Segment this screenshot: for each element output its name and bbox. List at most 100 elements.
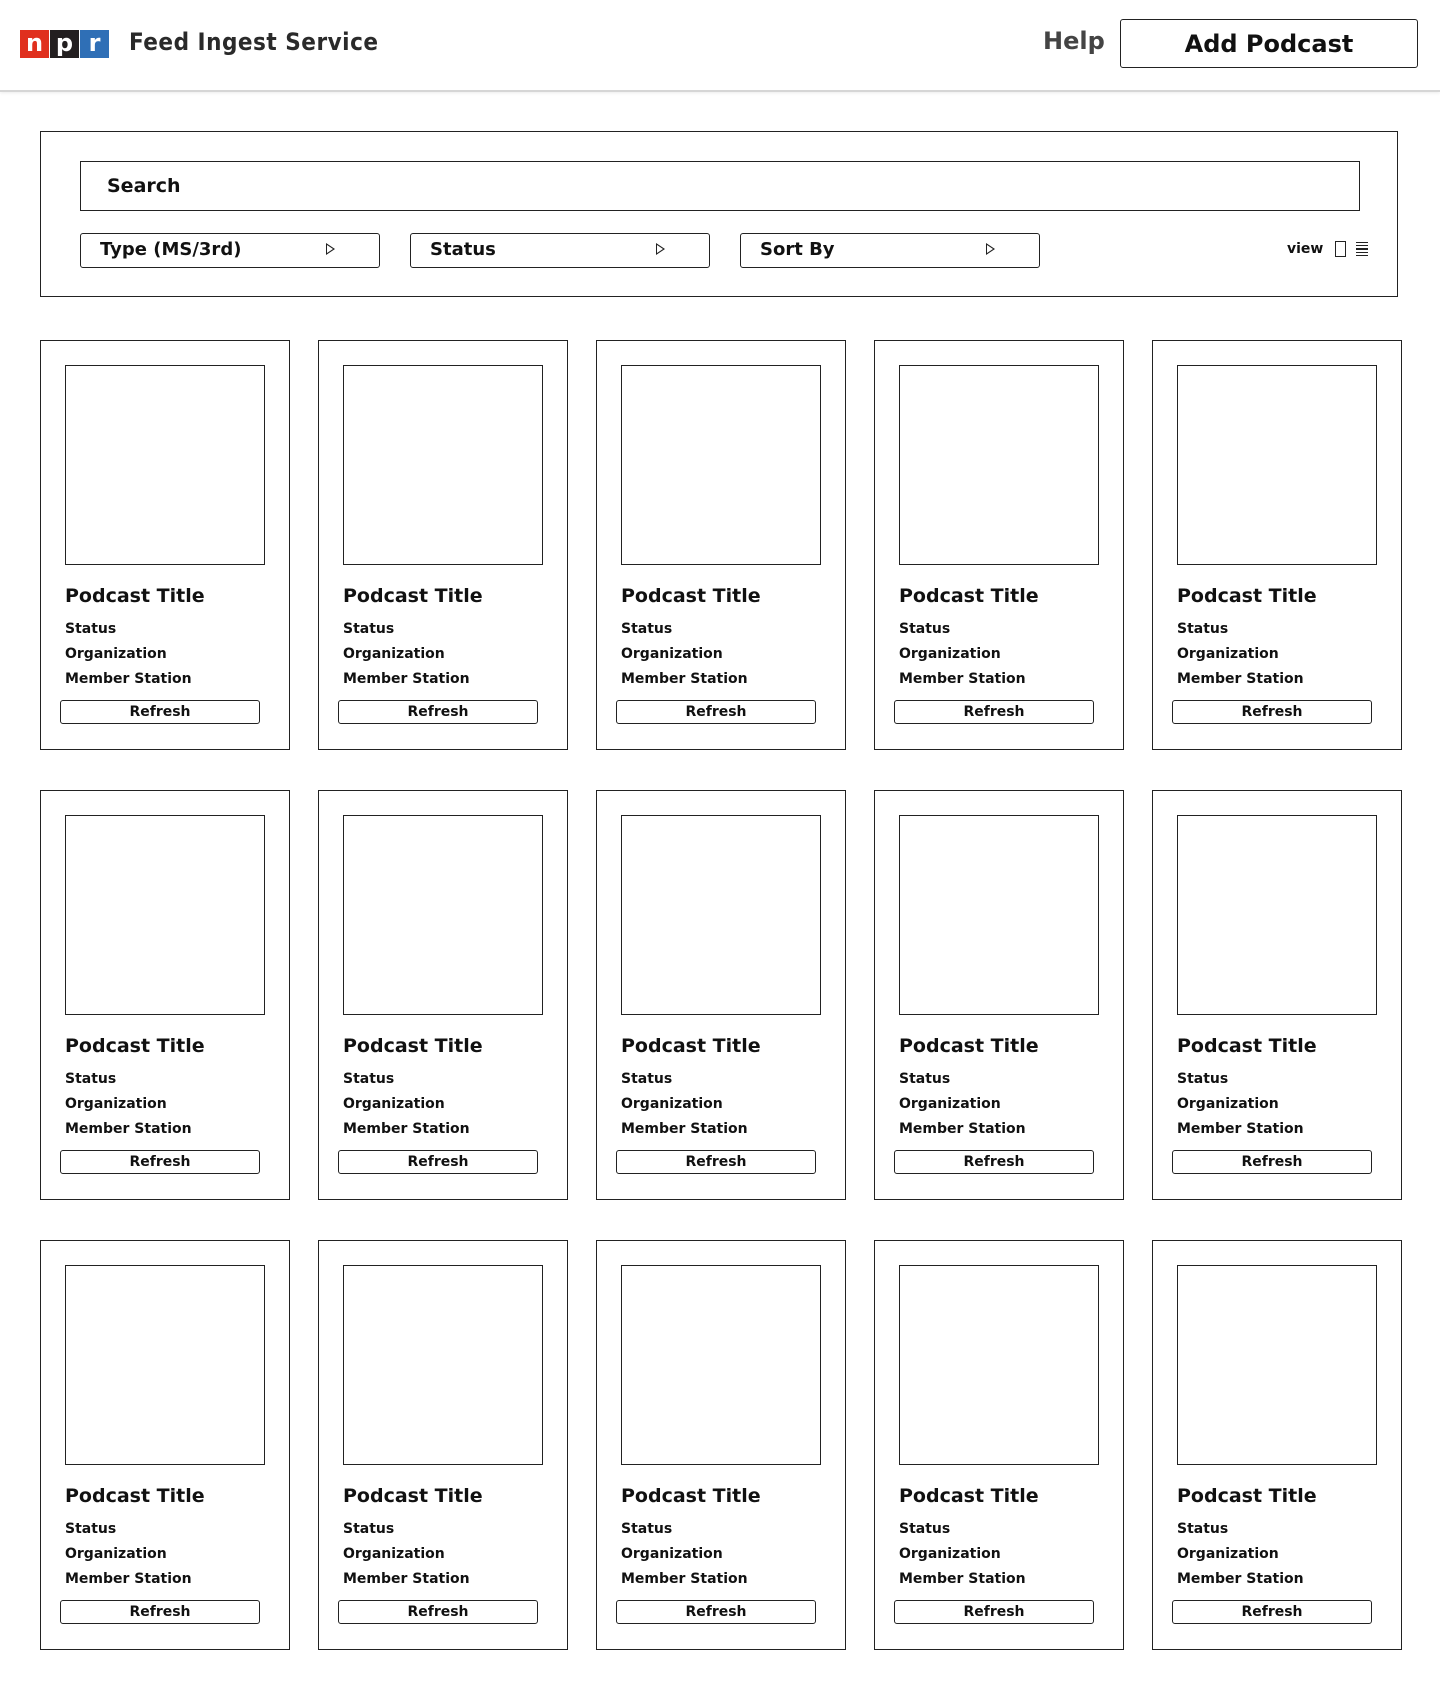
refresh-button[interactable]: Refresh	[60, 1600, 260, 1624]
add-podcast-button[interactable]: Add Podcast	[1120, 19, 1418, 68]
refresh-button[interactable]: Refresh	[60, 700, 260, 724]
podcast-card[interactable]: Podcast Title Status Organization Member…	[40, 1240, 290, 1650]
podcast-artwork[interactable]	[1177, 815, 1377, 1015]
refresh-button[interactable]: Refresh	[1172, 700, 1372, 724]
refresh-button[interactable]: Refresh	[616, 1150, 816, 1174]
refresh-button[interactable]: Refresh	[894, 700, 1094, 724]
status-select[interactable]: Status	[410, 233, 710, 268]
podcast-member-station: Member Station	[1177, 671, 1304, 687]
podcast-card[interactable]: Podcast Title Status Organization Member…	[40, 790, 290, 1200]
podcast-artwork[interactable]	[65, 815, 265, 1015]
podcast-status: Status	[899, 1521, 951, 1537]
podcast-artwork[interactable]	[899, 815, 1099, 1015]
podcast-title: Podcast Title	[899, 585, 1039, 607]
npr-logo[interactable]: n p r	[20, 30, 110, 58]
podcast-organization: Organization	[65, 646, 167, 662]
podcast-title: Podcast Title	[65, 1485, 205, 1507]
podcast-artwork[interactable]	[621, 1265, 821, 1465]
podcast-organization: Organization	[65, 1546, 167, 1562]
podcast-status: Status	[899, 1071, 951, 1087]
refresh-button[interactable]: Refresh	[1172, 1150, 1372, 1174]
logo-letter-r: r	[80, 30, 109, 58]
podcast-card[interactable]: Podcast Title Status Organization Member…	[318, 340, 568, 750]
podcast-artwork[interactable]	[899, 365, 1099, 565]
caret-right-icon	[986, 243, 995, 255]
podcast-title: Podcast Title	[1177, 1035, 1317, 1057]
podcast-status: Status	[65, 1521, 117, 1537]
podcast-title: Podcast Title	[343, 1485, 483, 1507]
sort-select[interactable]: Sort By	[740, 233, 1040, 268]
refresh-button[interactable]: Refresh	[338, 700, 538, 724]
podcast-member-station: Member Station	[899, 1121, 1026, 1137]
podcast-artwork[interactable]	[1177, 1265, 1377, 1465]
type-select[interactable]: Type (MS/3rd)	[80, 233, 380, 268]
podcast-title: Podcast Title	[1177, 1485, 1317, 1507]
podcast-artwork[interactable]	[899, 1265, 1099, 1465]
refresh-button[interactable]: Refresh	[338, 1150, 538, 1174]
podcast-organization: Organization	[1177, 1096, 1279, 1112]
filter-panel: Type (MS/3rd) Status Sort By view	[40, 131, 1398, 297]
podcast-organization: Organization	[1177, 1546, 1279, 1562]
podcast-artwork[interactable]	[343, 365, 543, 565]
app-header: n p r Feed Ingest Service Help Add Podca…	[0, 0, 1440, 92]
type-select-label: Type (MS/3rd)	[100, 239, 242, 260]
podcast-member-station: Member Station	[621, 1571, 748, 1587]
search-input[interactable]	[80, 161, 1360, 211]
podcast-artwork[interactable]	[65, 1265, 265, 1465]
logo-letter-n: n	[20, 30, 49, 58]
podcast-status: Status	[65, 621, 117, 637]
podcast-artwork[interactable]	[621, 365, 821, 565]
podcast-card[interactable]: Podcast Title Status Organization Member…	[596, 340, 846, 750]
podcast-organization: Organization	[621, 1096, 723, 1112]
podcast-artwork[interactable]	[343, 1265, 543, 1465]
help-link[interactable]: Help	[1043, 27, 1105, 55]
refresh-button[interactable]: Refresh	[1172, 1600, 1372, 1624]
podcast-card[interactable]: Podcast Title Status Organization Member…	[596, 790, 846, 1200]
refresh-button[interactable]: Refresh	[894, 1150, 1094, 1174]
podcast-card[interactable]: Podcast Title Status Organization Member…	[1152, 1240, 1402, 1650]
podcast-organization: Organization	[621, 646, 723, 662]
podcast-organization: Organization	[899, 646, 1001, 662]
podcast-title: Podcast Title	[343, 585, 483, 607]
refresh-button[interactable]: Refresh	[338, 1600, 538, 1624]
grid-view-icon[interactable]	[1335, 241, 1347, 257]
podcast-status: Status	[343, 1071, 395, 1087]
refresh-button[interactable]: Refresh	[616, 700, 816, 724]
logo-letter-p: p	[50, 30, 79, 58]
podcast-card[interactable]: Podcast Title Status Organization Member…	[874, 1240, 1124, 1650]
podcast-title: Podcast Title	[899, 1035, 1039, 1057]
status-select-label: Status	[430, 239, 496, 260]
podcast-member-station: Member Station	[899, 1571, 1026, 1587]
podcast-organization: Organization	[899, 1096, 1001, 1112]
podcast-card[interactable]: Podcast Title Status Organization Member…	[318, 790, 568, 1200]
podcast-card[interactable]: Podcast Title Status Organization Member…	[596, 1240, 846, 1650]
refresh-button[interactable]: Refresh	[60, 1150, 260, 1174]
podcast-artwork[interactable]	[1177, 365, 1377, 565]
refresh-button[interactable]: Refresh	[894, 1600, 1094, 1624]
podcast-title: Podcast Title	[621, 1485, 761, 1507]
podcast-organization: Organization	[343, 1096, 445, 1112]
podcast-organization: Organization	[1177, 646, 1279, 662]
podcast-card[interactable]: Podcast Title Status Organization Member…	[318, 1240, 568, 1650]
podcast-artwork[interactable]	[621, 815, 821, 1015]
podcast-member-station: Member Station	[343, 1121, 470, 1137]
podcast-member-station: Member Station	[343, 671, 470, 687]
refresh-button[interactable]: Refresh	[616, 1600, 816, 1624]
podcast-artwork[interactable]	[343, 815, 543, 1015]
list-view-icon[interactable]	[1356, 241, 1369, 257]
podcast-organization: Organization	[65, 1096, 167, 1112]
podcast-organization: Organization	[343, 646, 445, 662]
podcast-card[interactable]: Podcast Title Status Organization Member…	[874, 790, 1124, 1200]
podcast-card[interactable]: Podcast Title Status Organization Member…	[1152, 340, 1402, 750]
podcast-status: Status	[621, 621, 673, 637]
podcast-status: Status	[1177, 621, 1229, 637]
podcast-card[interactable]: Podcast Title Status Organization Member…	[874, 340, 1124, 750]
podcast-artwork[interactable]	[65, 365, 265, 565]
podcast-card[interactable]: Podcast Title Status Organization Member…	[1152, 790, 1402, 1200]
podcast-status: Status	[65, 1071, 117, 1087]
podcast-member-station: Member Station	[1177, 1121, 1304, 1137]
podcast-title: Podcast Title	[621, 1035, 761, 1057]
podcast-card[interactable]: Podcast Title Status Organization Member…	[40, 340, 290, 750]
podcast-member-station: Member Station	[65, 1121, 192, 1137]
podcast-status: Status	[343, 1521, 395, 1537]
